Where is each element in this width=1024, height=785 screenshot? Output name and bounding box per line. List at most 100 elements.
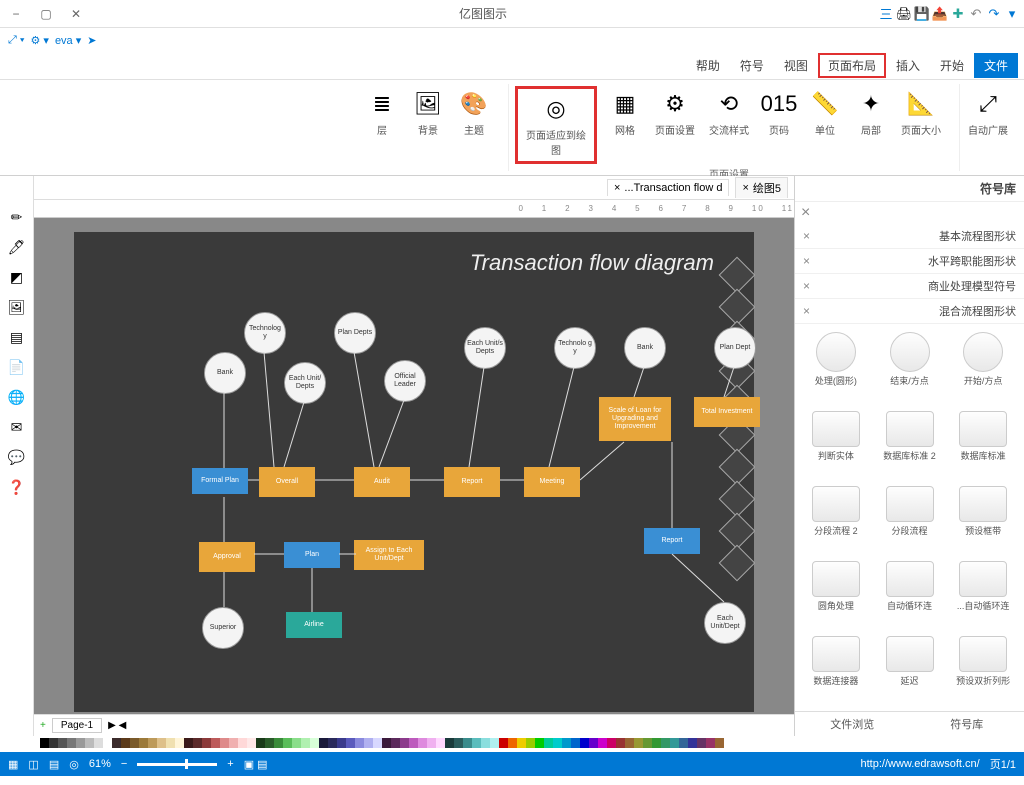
color-swatch[interactable] (319, 738, 328, 748)
symbol-category[interactable]: 基本流程图形状× (795, 224, 1024, 249)
color-swatch[interactable] (571, 738, 580, 748)
shape-item[interactable]: 结束/方点 (875, 330, 945, 405)
flowchart-node[interactable]: Total Investment (694, 397, 760, 427)
symbol-category[interactable]: 水平跨职能图形状× (795, 249, 1024, 274)
color-swatch[interactable] (697, 738, 706, 748)
toolbar-button[interactable]: ✏ (6, 206, 28, 228)
color-swatch[interactable] (238, 738, 247, 748)
zoom-in-button[interactable]: + (227, 758, 233, 770)
close-icon[interactable]: × (614, 182, 620, 194)
flowchart-node[interactable]: Each Unit/ Depts (284, 362, 326, 404)
flowchart-node[interactable]: Overall (259, 467, 315, 497)
qat-undo-icon[interactable]: ↶ (968, 6, 984, 22)
color-swatch[interactable] (436, 738, 445, 748)
color-swatch[interactable] (67, 738, 76, 748)
flowchart-node[interactable]: Scale of Loan for Upgrading and Improvem… (599, 397, 671, 441)
color-swatch[interactable] (211, 738, 220, 748)
color-swatch[interactable] (355, 738, 364, 748)
zoom-slider[interactable] (137, 763, 217, 766)
shape-item[interactable]: 自动循环连... (948, 559, 1018, 630)
ribbon-button[interactable]: 🎨主题 (456, 86, 492, 139)
window-maximize[interactable]: ▢ (34, 2, 58, 26)
view-thumb-icon[interactable]: ◫ (28, 758, 38, 771)
color-swatch[interactable] (427, 738, 436, 748)
flowchart-node[interactable]: Audit (354, 467, 410, 497)
color-swatch[interactable] (292, 738, 301, 748)
color-swatch[interactable] (283, 738, 292, 748)
color-swatch[interactable] (184, 738, 193, 748)
toolbar-button[interactable]: ❓ (6, 476, 28, 498)
color-swatch[interactable] (616, 738, 625, 748)
status-url[interactable]: http://www.edrawsoft.cn/ (860, 758, 979, 770)
color-swatch[interactable] (166, 738, 175, 748)
ribbon-button[interactable]: ▦网格 (607, 86, 643, 164)
color-swatch[interactable] (526, 738, 535, 748)
color-swatch[interactable] (445, 738, 454, 748)
color-swatch[interactable] (679, 738, 688, 748)
color-swatch[interactable] (256, 738, 265, 748)
ribbon-tab-3[interactable]: 页面布局 (818, 53, 886, 78)
flowchart-node[interactable]: Technolog y (244, 312, 286, 354)
flowchart-node[interactable]: Meeting (524, 467, 580, 497)
flowchart-node[interactable]: Report (444, 467, 500, 497)
color-swatch[interactable] (364, 738, 373, 748)
color-swatch[interactable] (220, 738, 229, 748)
view-grid-icon[interactable]: ▦ (8, 758, 18, 771)
shape-item[interactable]: 数据库标准 2 (875, 409, 945, 480)
color-swatch[interactable] (508, 738, 517, 748)
color-swatch[interactable] (463, 738, 472, 748)
color-swatch[interactable] (418, 738, 427, 748)
canvas-viewport[interactable]: Transaction flow diagram BankTechnolog y… (34, 218, 794, 714)
color-swatch[interactable] (598, 738, 607, 748)
expand-icon[interactable]: ⤢ ▾ (8, 34, 24, 47)
view-outline-icon[interactable]: ◎ (69, 758, 79, 771)
page-nav[interactable]: ◀ ▶ (108, 720, 126, 731)
color-swatch[interactable] (580, 738, 589, 748)
color-swatch[interactable] (346, 738, 355, 748)
flowchart-node[interactable]: Plan (284, 542, 340, 568)
color-swatch[interactable] (76, 738, 85, 748)
symbol-category[interactable]: 商业处理模型符号× (795, 274, 1024, 299)
ribbon-button[interactable]: ⟲交流样式 (707, 86, 751, 164)
color-swatch[interactable] (229, 738, 238, 748)
color-swatch[interactable] (337, 738, 346, 748)
ribbon-button[interactable]: 015页码 (761, 86, 797, 164)
footer-tab-library[interactable]: 符号库 (910, 712, 1024, 736)
color-swatch[interactable] (49, 738, 58, 748)
color-swatch[interactable] (85, 738, 94, 748)
qat-redo-icon[interactable]: ↷ (986, 6, 1002, 22)
color-swatch[interactable] (58, 738, 67, 748)
shape-item[interactable]: 判断实体 (801, 409, 871, 480)
color-swatch[interactable] (130, 738, 139, 748)
color-swatch[interactable] (562, 738, 571, 748)
shape-item[interactable]: 数据连接器 (801, 634, 871, 705)
ribbon-button[interactable]: 📏单位 (807, 86, 843, 164)
toolbar-button[interactable]: ▤ (6, 326, 28, 348)
color-swatch[interactable] (40, 738, 49, 748)
ribbon-button[interactable]: ◎页面适应到绘图 (515, 86, 597, 164)
page-tab-1[interactable]: Page-1 (52, 718, 102, 733)
toolbar-button[interactable]: ◩ (6, 266, 28, 288)
window-minimize[interactable]: − (4, 2, 28, 26)
color-swatch[interactable] (517, 738, 526, 748)
qat-new-icon[interactable]: ✚ (950, 6, 966, 22)
shape-item[interactable]: 处理(圆形) (801, 330, 871, 405)
drawing-canvas[interactable]: Transaction flow diagram BankTechnolog y… (74, 232, 754, 712)
ribbon-tab-0[interactable]: 文件 (974, 53, 1018, 78)
qat-more-icon[interactable]: ▾ (1004, 6, 1020, 22)
color-swatch[interactable] (661, 738, 670, 748)
color-swatch[interactable] (400, 738, 409, 748)
flowchart-node[interactable]: Bank (624, 327, 666, 369)
close-icon[interactable]: × (803, 254, 810, 268)
color-swatch[interactable] (310, 738, 319, 748)
flowchart-node[interactable]: Technolo g y (554, 327, 596, 369)
close-icon[interactable]: × (742, 182, 748, 194)
color-swatch[interactable] (148, 738, 157, 748)
toolbar-button[interactable]: ✉ (6, 416, 28, 438)
color-swatch[interactable] (652, 738, 661, 748)
ribbon-tab-5[interactable]: 符号 (730, 53, 774, 78)
color-swatch[interactable] (607, 738, 616, 748)
add-page-button[interactable]: + (40, 720, 46, 731)
color-swatch[interactable] (391, 738, 400, 748)
zoom-out-button[interactable]: − (121, 758, 127, 770)
